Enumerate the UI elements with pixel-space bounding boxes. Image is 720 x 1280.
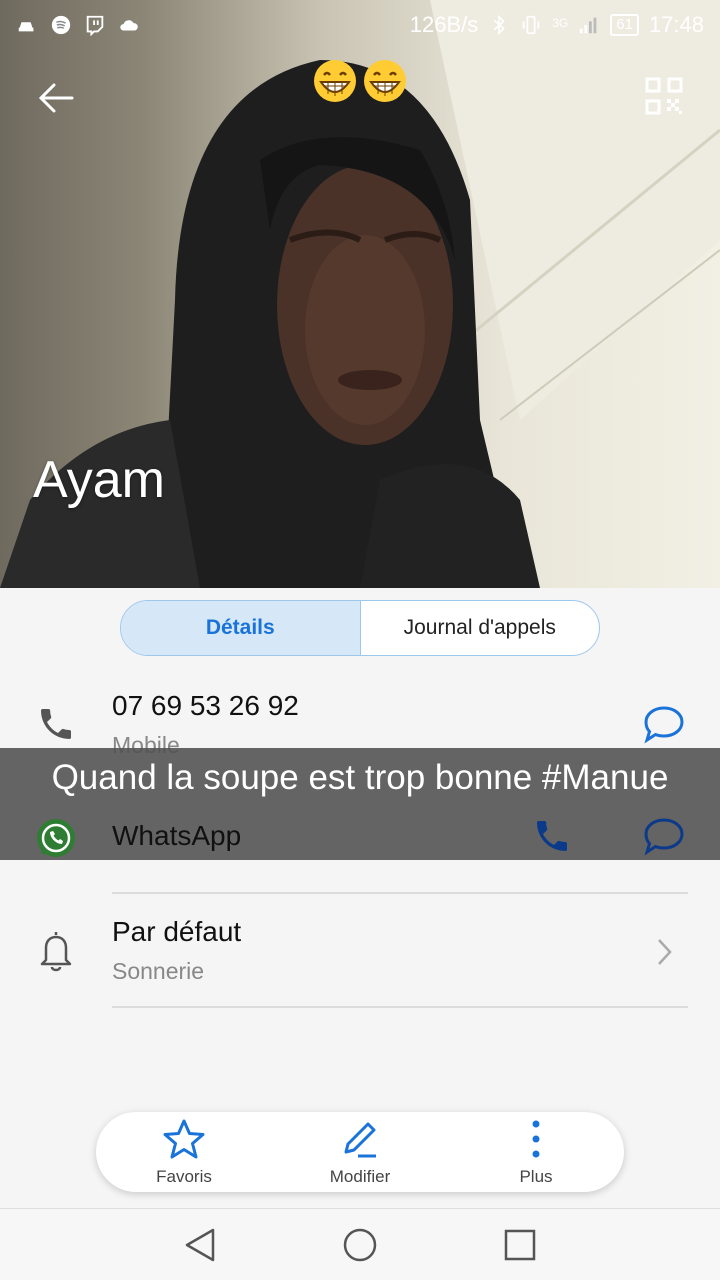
spotify-icon	[51, 15, 71, 35]
nav-back-button[interactable]	[180, 1225, 220, 1265]
send-message-button[interactable]	[640, 700, 688, 748]
emoji-group	[312, 58, 408, 104]
pencil-icon	[338, 1117, 382, 1161]
car-icon	[18, 22, 34, 32]
contact-detail-screen: 126B/s 3G 61 17:48 Ayam Détails Journal …	[0, 0, 720, 1280]
more-button[interactable]: Plus	[448, 1112, 624, 1192]
caption-overlay: Quand la soupe est trop bonne #Manue	[0, 748, 720, 860]
chevron-right-icon	[640, 928, 688, 976]
nav-home-button[interactable]	[340, 1225, 380, 1265]
star-icon	[162, 1117, 206, 1161]
ringtone-subtitle: Sonnerie	[112, 958, 205, 984]
net-speed-text: 126B/s	[409, 12, 479, 37]
clock-text: 17:48	[648, 12, 704, 37]
more-vertical-icon	[514, 1117, 558, 1161]
nav-recents-button[interactable]	[500, 1225, 540, 1265]
detail-tabs: Détails Journal d'appels	[120, 600, 600, 656]
signal-icon	[580, 17, 597, 34]
divider	[112, 1006, 688, 1008]
grinning-emoji-icon	[314, 60, 356, 102]
status-bar: 126B/s 3G 61 17:48	[0, 0, 720, 50]
square-recents-icon	[504, 1229, 536, 1261]
phone-icon	[34, 702, 78, 746]
network-type-text: 3G	[552, 16, 569, 30]
tab-details[interactable]: Détails	[121, 601, 361, 655]
triangle-back-icon	[185, 1228, 215, 1262]
qr-code-button[interactable]	[640, 72, 688, 120]
twitch-icon	[86, 15, 104, 36]
message-icon	[644, 818, 684, 856]
system-navigation-bar	[0, 1208, 720, 1280]
ringtone-row[interactable]: Par défaut Sonnerie	[0, 898, 720, 1006]
contact-name: Ayam	[33, 451, 165, 509]
favorites-button[interactable]: Favoris	[96, 1112, 272, 1192]
whatsapp-message-button[interactable]	[640, 812, 688, 860]
circle-home-icon	[343, 1228, 377, 1262]
phone-number-text: 07 69 53 26 92	[112, 690, 299, 721]
grinning-emoji-icon	[364, 60, 406, 102]
favorites-label: Favoris	[156, 1167, 212, 1186]
vibrate-icon	[522, 15, 540, 35]
edit-button[interactable]: Modifier	[272, 1112, 448, 1192]
caption-text: Quand la soupe est trop bonne #Manue	[51, 758, 669, 797]
more-label: Plus	[519, 1167, 553, 1186]
arrow-left-icon	[38, 83, 74, 113]
tab-call-log[interactable]: Journal d'appels	[361, 601, 600, 655]
bell-icon	[34, 928, 78, 972]
bottom-action-bar: Favoris Modifier Plus	[96, 1112, 624, 1192]
bluetooth-icon	[494, 14, 506, 36]
phone-icon	[537, 821, 567, 851]
whatsapp-icon	[37, 819, 75, 857]
edit-label: Modifier	[329, 1167, 391, 1186]
whatsapp-label[interactable]: WhatsApp	[112, 820, 241, 852]
whatsapp-call-button[interactable]	[528, 812, 576, 860]
message-icon	[644, 706, 684, 744]
qr-code-icon	[645, 77, 683, 115]
battery-indicator: 61	[610, 14, 639, 36]
cloud-icon	[120, 20, 138, 31]
ringtone-title: Par défaut	[112, 916, 242, 947]
divider	[112, 892, 688, 894]
back-button[interactable]	[30, 72, 82, 124]
